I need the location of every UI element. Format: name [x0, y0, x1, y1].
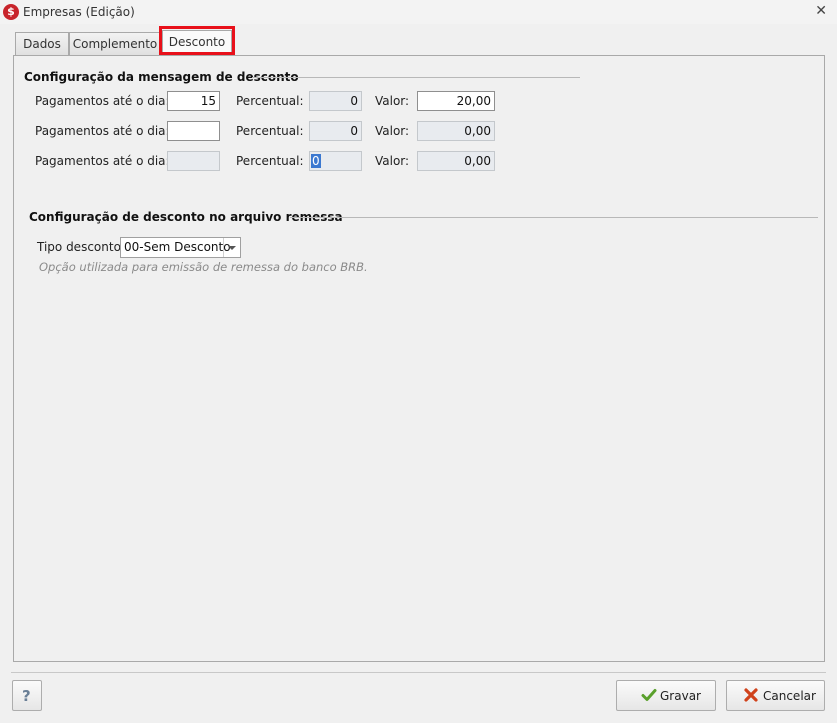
- tab-highlight-frame: [159, 26, 235, 55]
- value-label: Valor:: [375, 124, 410, 138]
- day-input-1[interactable]: 15: [167, 91, 220, 111]
- save-button[interactable]: Gravar: [616, 680, 716, 711]
- percent-label: Percentual:: [236, 154, 304, 168]
- cancel-label: Cancelar: [763, 689, 816, 703]
- section-divider: [252, 77, 580, 78]
- tab-complemento[interactable]: Complemento: [69, 32, 161, 55]
- percent-input-3[interactable]: 0: [309, 151, 362, 171]
- day-label: Pagamentos até o dia:: [35, 124, 170, 138]
- cancel-x-icon: [743, 687, 759, 707]
- selected-text: 0: [311, 154, 321, 168]
- window-title: Empresas (Edição): [23, 5, 135, 19]
- cancel-button[interactable]: Cancelar: [726, 680, 825, 711]
- percent-label: Percentual:: [236, 94, 304, 108]
- check-icon: [641, 687, 657, 707]
- footer-divider: [11, 672, 826, 673]
- tipo-desconto-select[interactable]: 00-Sem Desconto: [120, 237, 241, 258]
- save-label: Gravar: [660, 689, 701, 703]
- day-label: Pagamentos até o dia:: [35, 94, 170, 108]
- remessa-hint: Opção utilizada para emissão de remessa …: [39, 260, 368, 274]
- tipo-desconto-label: Tipo desconto:: [37, 240, 125, 254]
- percent-input-1[interactable]: 0: [309, 91, 362, 111]
- help-button[interactable]: ?: [12, 680, 42, 711]
- help-icon: ?: [22, 687, 31, 705]
- value-label: Valor:: [375, 154, 410, 168]
- value-input-1[interactable]: 20,00: [417, 91, 495, 111]
- value-label: Valor:: [375, 94, 410, 108]
- day-input-3[interactable]: [167, 151, 220, 171]
- day-label: Pagamentos até o dia:: [35, 154, 170, 168]
- percent-input-2[interactable]: 0: [309, 121, 362, 141]
- title-bar: $ Empresas (Edição) ✕: [0, 0, 837, 24]
- percent-label: Percentual:: [236, 124, 304, 138]
- value-input-2[interactable]: 0,00: [417, 121, 495, 141]
- section-divider: [290, 217, 818, 218]
- tab-dados[interactable]: Dados: [15, 32, 69, 55]
- value-input-3[interactable]: 0,00: [417, 151, 495, 171]
- app-logo-icon: $: [3, 4, 19, 20]
- close-icon[interactable]: ✕: [815, 3, 827, 19]
- tipo-desconto-value: 00-Sem Desconto: [124, 240, 231, 254]
- day-input-2[interactable]: [167, 121, 220, 141]
- chevron-down-icon[interactable]: [223, 238, 240, 257]
- tab-content-panel: [13, 55, 825, 662]
